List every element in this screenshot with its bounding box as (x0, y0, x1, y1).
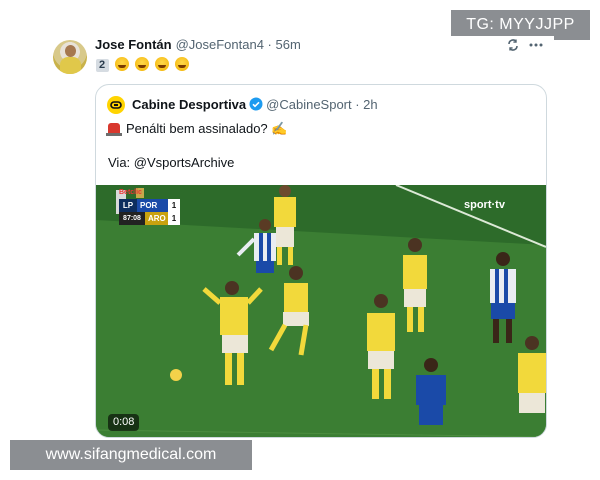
post-text: 2 (96, 55, 189, 72)
quoted-text-line1: Penálti bem assinalado? ✍️ (106, 121, 288, 137)
away-score: 1 (168, 212, 180, 225)
brand-logo-icon[interactable] (107, 96, 125, 114)
away-team: ARO (145, 212, 168, 225)
author-avatar[interactable] (53, 40, 87, 74)
quoted-author: Cabine Desportiva @CabineSport · 2h (132, 97, 378, 112)
verified-badge-icon (249, 97, 263, 111)
repost-icon[interactable] (506, 38, 520, 52)
match-time: 87:08 (119, 212, 145, 225)
laughing-emoji-icon (154, 57, 169, 72)
scoreboard: LP POR 1 87:08 ARO 1 Betclic (119, 189, 181, 225)
author-handle-time[interactable]: @JoseFontan4 · 56m (176, 37, 301, 52)
laughing-emoji-icon (134, 57, 149, 72)
quoted-handle-time[interactable]: @CabineSport · 2h (266, 97, 377, 112)
video-player[interactable]: LP POR 1 87:08 ARO 1 Betclic sport·tv 0:… (96, 185, 546, 437)
home-score: 1 (168, 199, 180, 212)
quoted-source: Via: @VsportsArchive (108, 155, 235, 170)
league-label: LP (119, 199, 137, 212)
quoted-author-name[interactable]: Cabine Desportiva (132, 97, 246, 112)
sponsor-label: Betclic (119, 189, 142, 196)
post-author: Jose Fontán @JoseFontan4 · 56m (95, 37, 301, 52)
broadcaster-logo: sport·tv (464, 199, 505, 211)
watermark-bottom: www.sifangmedical.com (10, 440, 252, 470)
laughing-emoji-icon (114, 57, 129, 72)
video-duration: 0:08 (108, 414, 140, 431)
quoted-question: Penálti bem assinalado? ✍️ (126, 121, 288, 136)
home-team: POR (137, 199, 168, 212)
siren-icon (106, 123, 122, 136)
author-name[interactable]: Jose Fontán (95, 37, 172, 52)
laughing-emoji-icon (174, 57, 189, 72)
more-icon[interactable] (528, 38, 544, 52)
number-emoji: 2 (96, 59, 109, 72)
quoted-post[interactable]: Cabine Desportiva @CabineSport · 2h Penál… (95, 84, 547, 438)
